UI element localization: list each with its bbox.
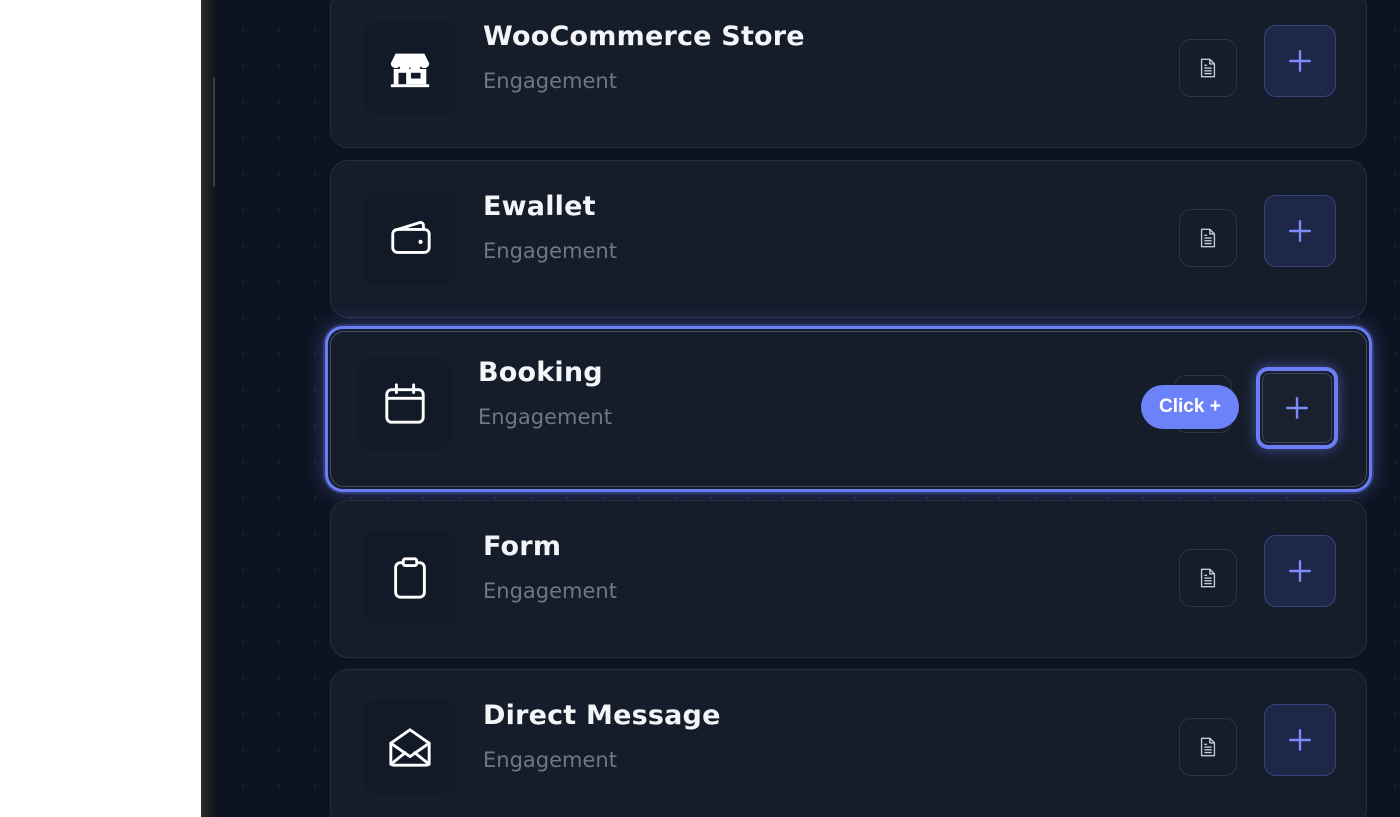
docs-button[interactable] xyxy=(1179,39,1237,97)
add-button[interactable] xyxy=(1264,704,1336,776)
card-category: Engagement xyxy=(483,579,617,603)
card-form[interactable]: Form Engagement xyxy=(330,500,1367,658)
card-direct-message[interactable]: Direct Message Engagement xyxy=(330,669,1367,817)
plus-icon xyxy=(1289,729,1311,751)
plus-icon xyxy=(1289,220,1311,242)
docs-button[interactable] xyxy=(1179,209,1237,267)
add-button[interactable] xyxy=(1264,195,1336,267)
calendar-icon xyxy=(385,383,425,424)
card-icon-tile xyxy=(363,700,457,794)
card-title: WooCommerce Store xyxy=(483,21,805,52)
plus-icon xyxy=(1286,397,1308,419)
card-booking[interactable]: Booking Engagement Click + xyxy=(325,326,1372,492)
document-icon xyxy=(1200,58,1216,78)
window-edge xyxy=(201,0,219,817)
add-button[interactable] xyxy=(1264,25,1336,97)
card-category: Engagement xyxy=(483,239,617,263)
card-category: Engagement xyxy=(478,405,612,429)
add-button[interactable] xyxy=(1256,367,1338,449)
card-title: Booking xyxy=(478,357,603,388)
docs-button[interactable] xyxy=(1179,549,1237,607)
envelope-open-icon xyxy=(389,728,431,767)
clipboard-icon xyxy=(394,557,426,599)
docs-button[interactable] xyxy=(1179,718,1237,776)
add-button[interactable] xyxy=(1264,535,1336,607)
card-ewallet[interactable]: Ewallet Engagement xyxy=(330,160,1367,318)
document-icon xyxy=(1200,568,1216,588)
plus-icon xyxy=(1289,560,1311,582)
card-category: Engagement xyxy=(483,69,617,93)
card-title: Direct Message xyxy=(483,700,721,731)
document-icon xyxy=(1200,737,1216,757)
card-title: Ewallet xyxy=(483,191,596,222)
plus-icon xyxy=(1289,50,1311,72)
click-hint-badge: Click + xyxy=(1141,385,1239,429)
store-icon xyxy=(390,53,430,88)
card-icon-tile xyxy=(363,191,457,285)
card-icon-tile xyxy=(358,357,452,451)
card-icon-tile xyxy=(363,531,457,625)
card-title: Form xyxy=(483,531,562,562)
document-icon xyxy=(1200,228,1216,248)
integration-list: WooCommerce Store Engagement Ewallet Eng… xyxy=(215,0,1400,817)
blank-area xyxy=(0,0,201,817)
card-woocommerce-store[interactable]: WooCommerce Store Engagement xyxy=(330,0,1367,148)
card-category: Engagement xyxy=(483,748,617,772)
wallet-icon xyxy=(391,221,431,254)
card-icon-tile xyxy=(363,21,457,115)
